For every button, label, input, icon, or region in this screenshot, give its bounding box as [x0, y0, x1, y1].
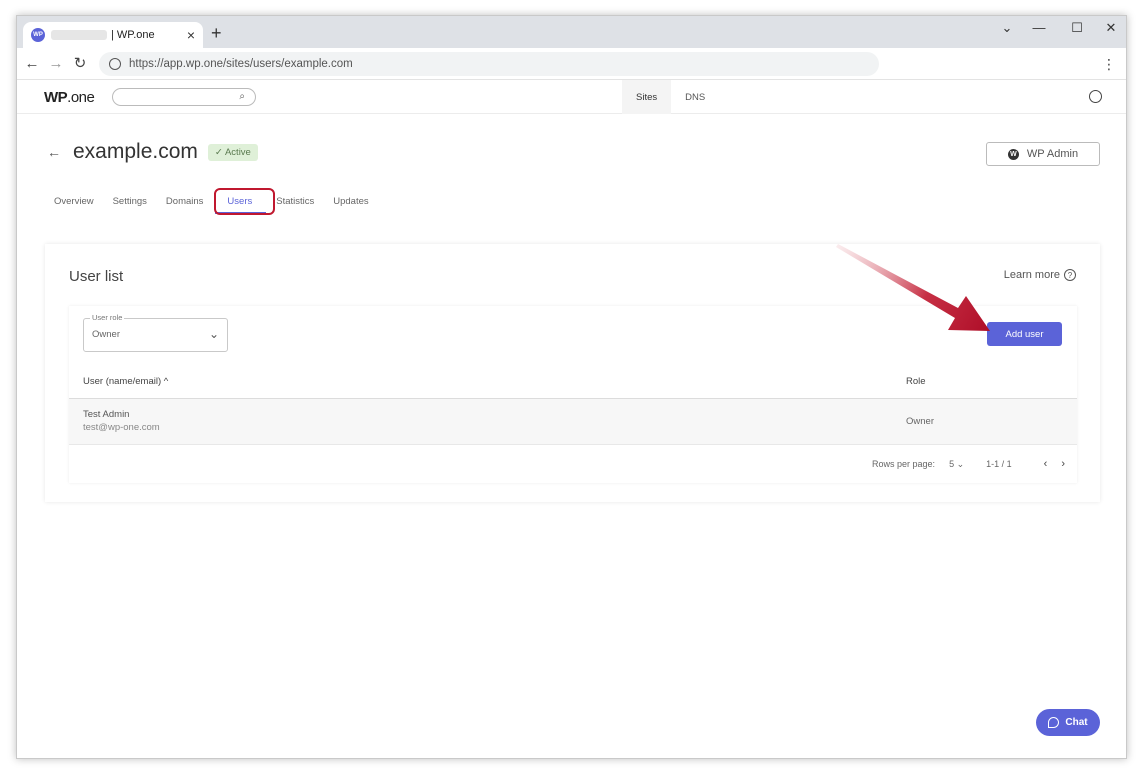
maximize-icon[interactable]: ☐ — [1067, 20, 1087, 36]
nav-item-dns[interactable]: DNS — [671, 80, 735, 114]
user-table-panel: User role Owner ⌄ Add user User (name/em… — [69, 306, 1077, 483]
column-header-role: Role — [906, 376, 926, 387]
wp-admin-label: WP Admin — [1026, 148, 1079, 160]
wp-one-favicon-icon: WP — [31, 28, 45, 42]
wp-one-logo[interactable]: WP.one — [44, 89, 95, 106]
user-role-select[interactable]: User role Owner ⌄ — [83, 313, 228, 352]
tab-updates[interactable]: Updates — [333, 196, 368, 207]
chevron-down-icon: ⌄ — [956, 458, 965, 469]
logo-light-text: .one — [67, 89, 95, 106]
browser-toolbar: ← → ↻ https://app.wp.one/sites/users/exa… — [17, 48, 1126, 80]
account-icon[interactable] — [1089, 90, 1102, 103]
minimize-icon[interactable]: — — [1029, 20, 1049, 35]
back-arrow-icon[interactable]: ← — [23, 55, 41, 72]
column-header-user[interactable]: User (name/email) ^ — [83, 376, 168, 387]
page-header: ← example.com ✓ Active — [47, 140, 258, 164]
new-tab-button[interactable]: + — [211, 23, 222, 44]
table-row[interactable]: Test Admin test@wp-one.com Owner — [69, 398, 1077, 445]
user-email: test@wp-one.com — [83, 422, 160, 433]
wordpress-icon: W — [1007, 148, 1019, 160]
browser-tab[interactable]: WP | WP.one × — [23, 22, 203, 48]
user-role: Owner — [906, 416, 934, 427]
user-name: Test Admin — [83, 409, 130, 420]
app-search-input[interactable]: ⌕ — [112, 88, 256, 106]
back-arrow-icon[interactable]: ← — [47, 144, 61, 160]
users-tab-highlight-box — [214, 188, 275, 215]
forward-arrow-icon[interactable]: → — [47, 55, 65, 72]
reload-icon[interactable]: ↻ — [71, 55, 89, 72]
chat-label: Chat — [1065, 717, 1088, 728]
user-role-label: User role — [90, 313, 125, 322]
next-page-icon[interactable]: › — [1061, 458, 1065, 470]
tab-search-chevron-icon[interactable]: ⌄ — [997, 20, 1017, 36]
tab-overview[interactable]: Overview — [54, 196, 94, 207]
chevron-down-icon: ⌄ — [208, 327, 219, 341]
add-user-button[interactable]: Add user — [987, 322, 1062, 346]
url-text: https://app.wp.one/sites/users/example.c… — [129, 58, 353, 70]
user-list-card: User list Learn more ? User role Owner ⌄… — [45, 244, 1100, 502]
pagination: Rows per page: 5 ⌄ 1-1 / 1 ‹ › — [872, 458, 1065, 470]
site-info-icon[interactable] — [109, 58, 121, 70]
nav-item-sites[interactable]: Sites — [622, 80, 672, 114]
tab-close-icon[interactable]: × — [187, 27, 195, 43]
chat-bubble-icon — [1048, 717, 1060, 728]
help-icon: ? — [1064, 269, 1076, 281]
browser-window: WP | WP.one × + ⌄ — ☐ ✕ ← → ↻ https://ap… — [16, 15, 1127, 759]
wp-admin-button[interactable]: W WP Admin — [986, 142, 1100, 166]
learn-more-label: Learn more — [1003, 269, 1060, 281]
chat-button[interactable]: Chat — [1036, 709, 1100, 736]
app-header: WP.one ⌕ Sites DNS — [17, 80, 1126, 114]
top-nav: Sites DNS — [622, 80, 735, 114]
address-bar[interactable]: https://app.wp.one/sites/users/example.c… — [99, 52, 879, 76]
rows-per-page-label: Rows per page: — [872, 459, 936, 469]
page-title: example.com — [73, 140, 198, 163]
learn-more-link[interactable]: Learn more ? — [1004, 269, 1076, 281]
tab-strip: WP | WP.one × + ⌄ — ☐ ✕ — [17, 16, 1126, 48]
status-badge: ✓ Active — [207, 143, 258, 161]
user-role-value: Owner — [92, 329, 120, 340]
page-range: 1-1 / 1 — [986, 459, 1012, 469]
tab-settings[interactable]: Settings — [113, 196, 147, 207]
search-icon: ⌕ — [239, 91, 245, 102]
rows-per-page-value: 5 — [949, 458, 955, 469]
prev-page-icon[interactable]: ‹ — [1044, 458, 1048, 470]
rows-per-page-select[interactable]: 5 ⌄ — [949, 459, 964, 470]
card-title: User list — [69, 268, 124, 285]
browser-menu-icon[interactable]: ⋮ — [1102, 56, 1116, 73]
redacted-tab-text — [51, 30, 107, 40]
logo-bold-text: WP — [44, 89, 68, 106]
tab-statistics[interactable]: Statistics — [276, 196, 314, 207]
tab-title: | WP.one — [111, 29, 155, 41]
tab-domains[interactable]: Domains — [166, 196, 204, 207]
window-close-icon[interactable]: ✕ — [1101, 20, 1121, 36]
